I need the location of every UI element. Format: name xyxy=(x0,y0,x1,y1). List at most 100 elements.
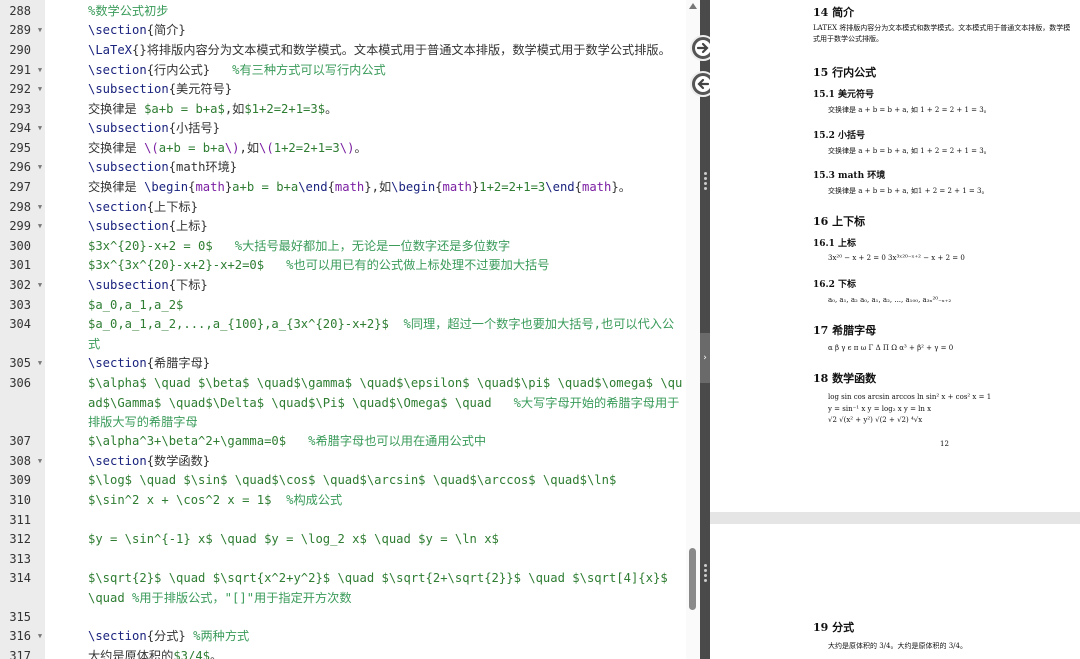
fold-toggle-icon[interactable]: ▼ xyxy=(35,119,45,139)
code-token: \end xyxy=(545,180,575,194)
code-token: {上下标} xyxy=(146,200,198,214)
code-token: $\sin^2 x + \cos^2 x = 1$ xyxy=(88,493,272,507)
subsection-15-3-heading: 15.3 math 环境 xyxy=(813,171,886,181)
line-number: 288 xyxy=(9,4,31,18)
code-line[interactable]: \subsection{math环境} xyxy=(88,158,686,177)
code-token: %构成公式 xyxy=(271,493,343,507)
fold-toggle-icon[interactable]: ▼ xyxy=(35,276,45,296)
code-token: \subsection xyxy=(88,121,169,135)
line-number: 303 xyxy=(9,298,31,312)
line-number: 306 xyxy=(9,376,31,390)
pdf-preview[interactable]: 14 简介 LATEX 将排版内容分为文本模式和数学模式。文本模式用于普通文本排… xyxy=(710,0,1080,659)
fold-toggle-icon[interactable]: ▼ xyxy=(35,627,45,647)
subsection-15-2-body: 交换律是 a + b = b + a, 如 1 + 2 = 2 + 1 = 3。 xyxy=(828,147,991,155)
code-token: math xyxy=(442,180,472,194)
fold-toggle-icon[interactable]: ▼ xyxy=(35,354,45,374)
code-line[interactable]: \subsection{上标} xyxy=(88,217,686,236)
code-line[interactable]: $y = \sin^{-1} x$ \quad $y = \log_2 x$ \… xyxy=(88,530,686,549)
code-line[interactable]: $\sin^2 x + \cos^2 x = 1$ %构成公式 xyxy=(88,491,686,510)
code-token: {数学函数} xyxy=(146,454,211,468)
line-number: 297 xyxy=(9,180,31,194)
line-number: 308 xyxy=(9,454,31,468)
fold-toggle-icon[interactable]: ▼ xyxy=(35,452,45,472)
subsection-15-2-heading: 15.2 小括号 xyxy=(813,131,866,141)
subsection-16-1-heading: 16.1 上标 xyxy=(813,239,857,249)
subsection-16-2-heading: 16.2 下标 xyxy=(813,280,857,290)
code-token: { xyxy=(435,180,443,194)
code-line[interactable]: %数学公式初步 xyxy=(88,2,686,21)
code-token: \end xyxy=(298,180,328,194)
code-line[interactable] xyxy=(88,608,686,627)
code-token: \section xyxy=(88,23,147,37)
code-line[interactable] xyxy=(88,511,686,530)
code-line[interactable]: \LaTeX{}将排版内容分为文本模式和数学模式。文本模式用于普通文本排版，数学… xyxy=(88,41,686,60)
chevron-right-icon: › xyxy=(702,353,708,363)
code-line[interactable]: $\alpha$ \quad $\beta$ \quad$\gamma$ \qu… xyxy=(88,374,686,432)
code-token: $1+2=2+1=3$ xyxy=(244,102,326,116)
code-token: \begin xyxy=(144,180,189,194)
subsection-15-1-body: 交换律是 a + b = b + a, 如 1 + 2 = 2 + 1 = 3。 xyxy=(828,106,991,114)
splitter-grip-bottom[interactable] xyxy=(702,562,708,586)
code-line[interactable]: $\sqrt{2}$ \quad $\sqrt{x^2+y^2}$ \quad … xyxy=(88,569,686,607)
code-token: %两种方式 xyxy=(185,629,250,643)
code-line[interactable]: \subsection{美元符号} xyxy=(88,80,686,99)
code-line[interactable]: $\log$ \quad $\sin$ \quad$\cos$ \quad$\a… xyxy=(88,471,686,490)
fold-toggle-icon[interactable]: ▼ xyxy=(35,158,45,178)
code-line[interactable]: 交换律是 $a+b = b+a$,如$1+2=2+1=3$。 xyxy=(88,100,686,119)
pane-splitter[interactable] xyxy=(700,0,710,659)
code-token: $\alpha^3+\beta^2+\gamma=0$ xyxy=(88,434,287,448)
code-line[interactable]: 交换律是 \begin{math}a+b = b+a\end{math},如\b… xyxy=(88,178,686,197)
code-line[interactable]: $\alpha^3+\beta^2+\gamma=0$ %希腊字母也可以用在通用… xyxy=(88,432,686,451)
code-line[interactable]: \subsection{下标} xyxy=(88,276,686,295)
fold-toggle-icon[interactable]: ▼ xyxy=(35,198,45,218)
code-line[interactable]: \section{上下标} xyxy=(88,198,686,217)
code-token: $y = \sin^{-1} x$ \quad $y = \log_2 x$ \… xyxy=(88,532,499,546)
code-token: \( xyxy=(259,141,274,155)
code-token: 。 xyxy=(354,141,367,155)
code-line[interactable] xyxy=(88,550,686,569)
code-token: %有三种方式可以写行内公式 xyxy=(210,63,386,77)
section-18-line-3: √2 √(x² + y²) √(2 + √2) ⁴√x xyxy=(828,416,923,424)
code-line[interactable]: \subsection{小括号} xyxy=(88,119,686,138)
line-number: 290 xyxy=(9,43,31,57)
code-line[interactable]: \section{行内公式} %有三种方式可以写行内公式 xyxy=(88,61,686,80)
code-token: ,如 xyxy=(239,141,260,155)
line-number: 289 xyxy=(9,23,31,37)
code-token: \subsection xyxy=(88,160,169,174)
code-line[interactable]: $3x^{20}-x+2 = 0$ %大括号最好都加上，无论是一位数字还是多位数… xyxy=(88,237,686,256)
editor-scrollbar-thumb[interactable] xyxy=(689,548,696,610)
code-token: 。 xyxy=(325,102,338,116)
line-number: 304 xyxy=(9,317,31,331)
code-token: $3x^{3x^{20}-x+2}-x+2=0$ xyxy=(88,258,265,272)
code-line[interactable]: 交换律是 \(a+b = b+a\),如\(1+2=2+1=3\)。 xyxy=(88,139,686,158)
code-editor[interactable]: 288 289 ▼ 290 291 ▼ 292 ▼ 293 294 ▼ 295 296 ▼ 297 298 ▼ 2… xyxy=(0,0,700,659)
line-number: 316 xyxy=(9,629,31,643)
editor-scrollbar[interactable] xyxy=(686,0,700,659)
line-number: 313 xyxy=(9,552,31,566)
splitter-grip-top[interactable] xyxy=(702,170,708,194)
section-18-line-2: y = sin⁻¹ x y = log₂ x y = ln x xyxy=(828,405,932,413)
code-line[interactable]: \section{希腊字母} xyxy=(88,354,686,373)
fold-toggle-icon[interactable]: ▼ xyxy=(35,21,45,41)
code-token: 1+2=2+1=3 xyxy=(273,141,340,155)
scroll-up-icon[interactable] xyxy=(688,0,698,12)
code-line[interactable]: \section{数学函数} xyxy=(88,452,686,471)
code-token: math xyxy=(334,180,365,194)
line-number: 293 xyxy=(9,102,31,116)
code-line[interactable]: $a_0,a_1,a_2$ xyxy=(88,296,686,315)
code-line[interactable]: 大约是原体积的$3/4$。 xyxy=(88,647,686,659)
code-line[interactable]: $3x^{3x^{20}-x+2}-x+2=0$ %也可以用已有的公式做上标处理… xyxy=(88,256,686,275)
code-token: {上标} xyxy=(168,219,208,233)
code-token: \( xyxy=(144,141,159,155)
section-18-line-1: log sin cos arcsin arccos ln sin² x + co… xyxy=(828,393,992,401)
section-14-heading: 14 简介 xyxy=(813,6,855,19)
section-14-body: LATEX 将排版内容分为文本模式和数学模式。文本模式用于普通文本排版，数学模式… xyxy=(813,24,1071,43)
fold-toggle-icon[interactable]: ▼ xyxy=(35,217,45,237)
fold-toggle-icon[interactable]: ▼ xyxy=(35,61,45,81)
code-line[interactable]: $a_0,a_1,a_2,...,a_{100},a_{3x^{20}-x+2}… xyxy=(88,315,686,353)
code-line[interactable]: \section{简介} xyxy=(88,21,686,40)
collapse-preview-toggle[interactable]: › xyxy=(700,333,710,383)
fold-toggle-icon[interactable]: ▼ xyxy=(35,80,45,100)
code-token: {行内公式} xyxy=(146,63,211,77)
code-line[interactable]: \section{分式} %两种方式 xyxy=(88,627,686,646)
